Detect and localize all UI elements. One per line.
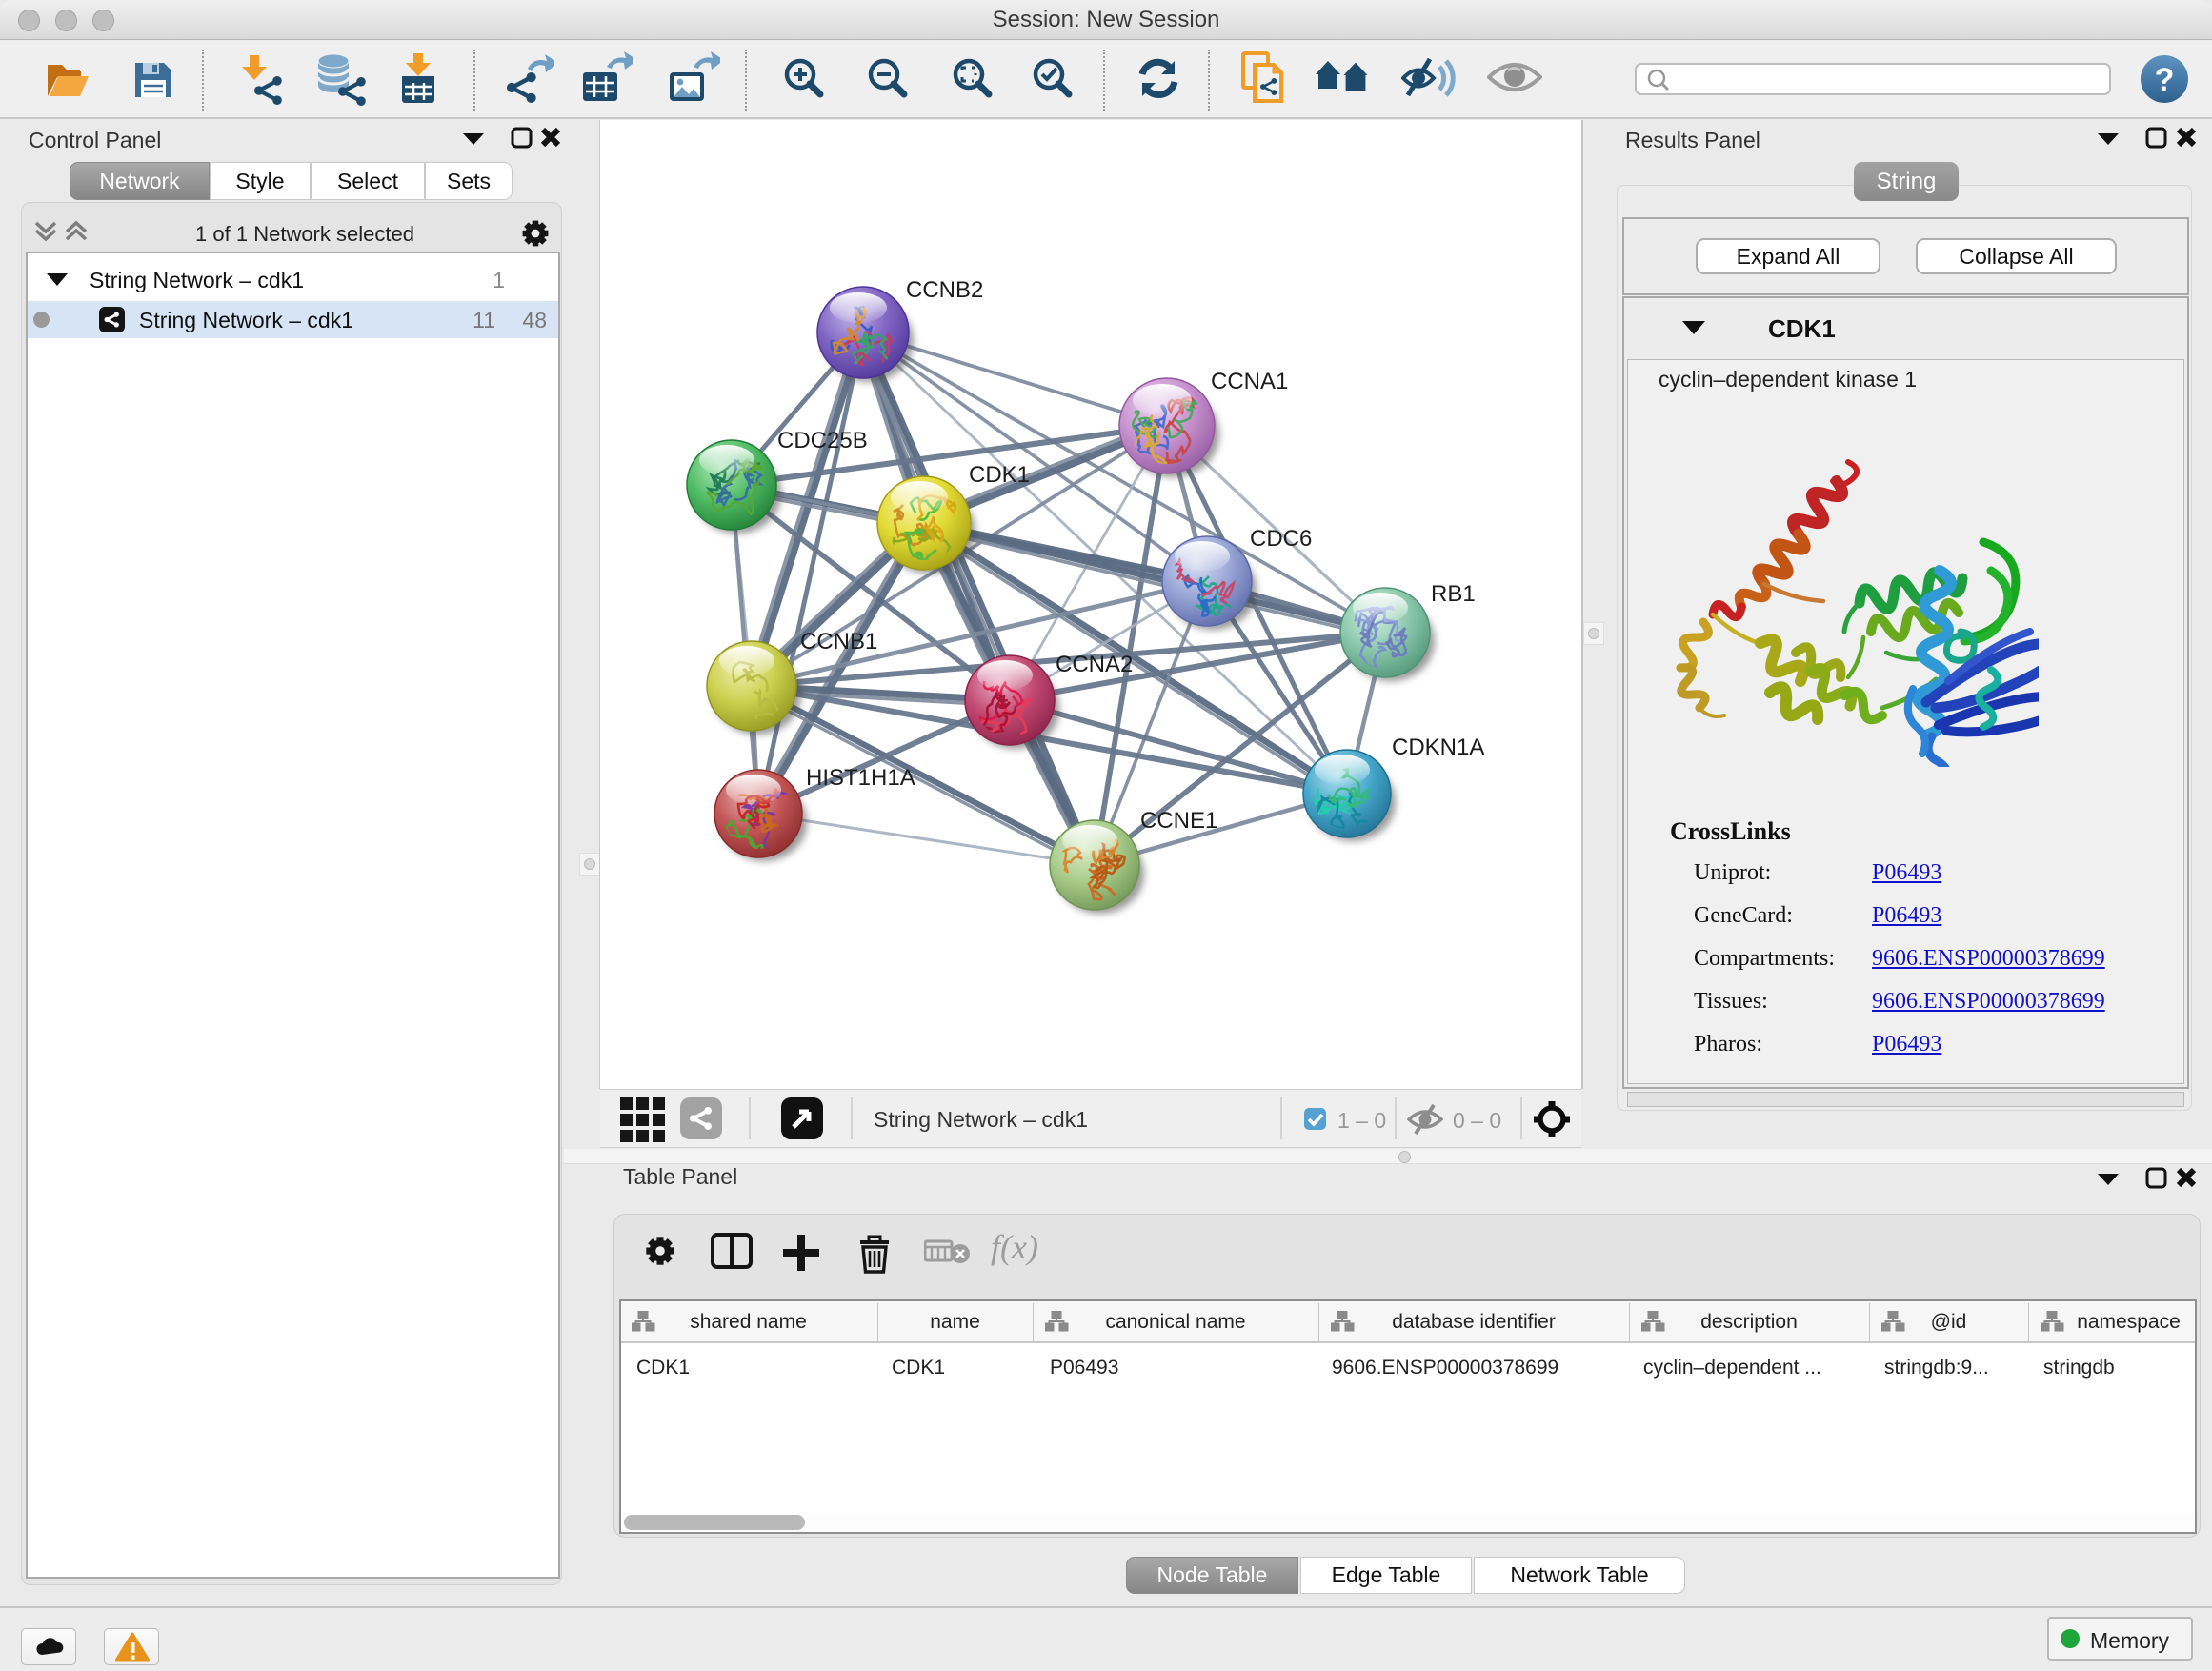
svg-text:RB1: RB1 — [1431, 581, 1476, 607]
svg-text:CCNA2: CCNA2 — [1056, 652, 1133, 677]
svg-text:CCNB1: CCNB1 — [800, 629, 877, 654]
svg-text:CCNA1: CCNA1 — [1211, 369, 1288, 394]
svg-text:CDC25B: CDC25B — [777, 428, 868, 453]
svg-text:CDK1: CDK1 — [969, 462, 1030, 488]
svg-text:HIST1H1A: HIST1H1A — [806, 765, 915, 791]
svg-text:CDC6: CDC6 — [1250, 526, 1312, 552]
svg-text:CCNB2: CCNB2 — [906, 277, 983, 303]
svg-text:?: ? — [2155, 62, 2175, 98]
svg-text:CCNE1: CCNE1 — [1140, 808, 1217, 834]
svg-text:CDKN1A: CDKN1A — [1392, 735, 1484, 760]
